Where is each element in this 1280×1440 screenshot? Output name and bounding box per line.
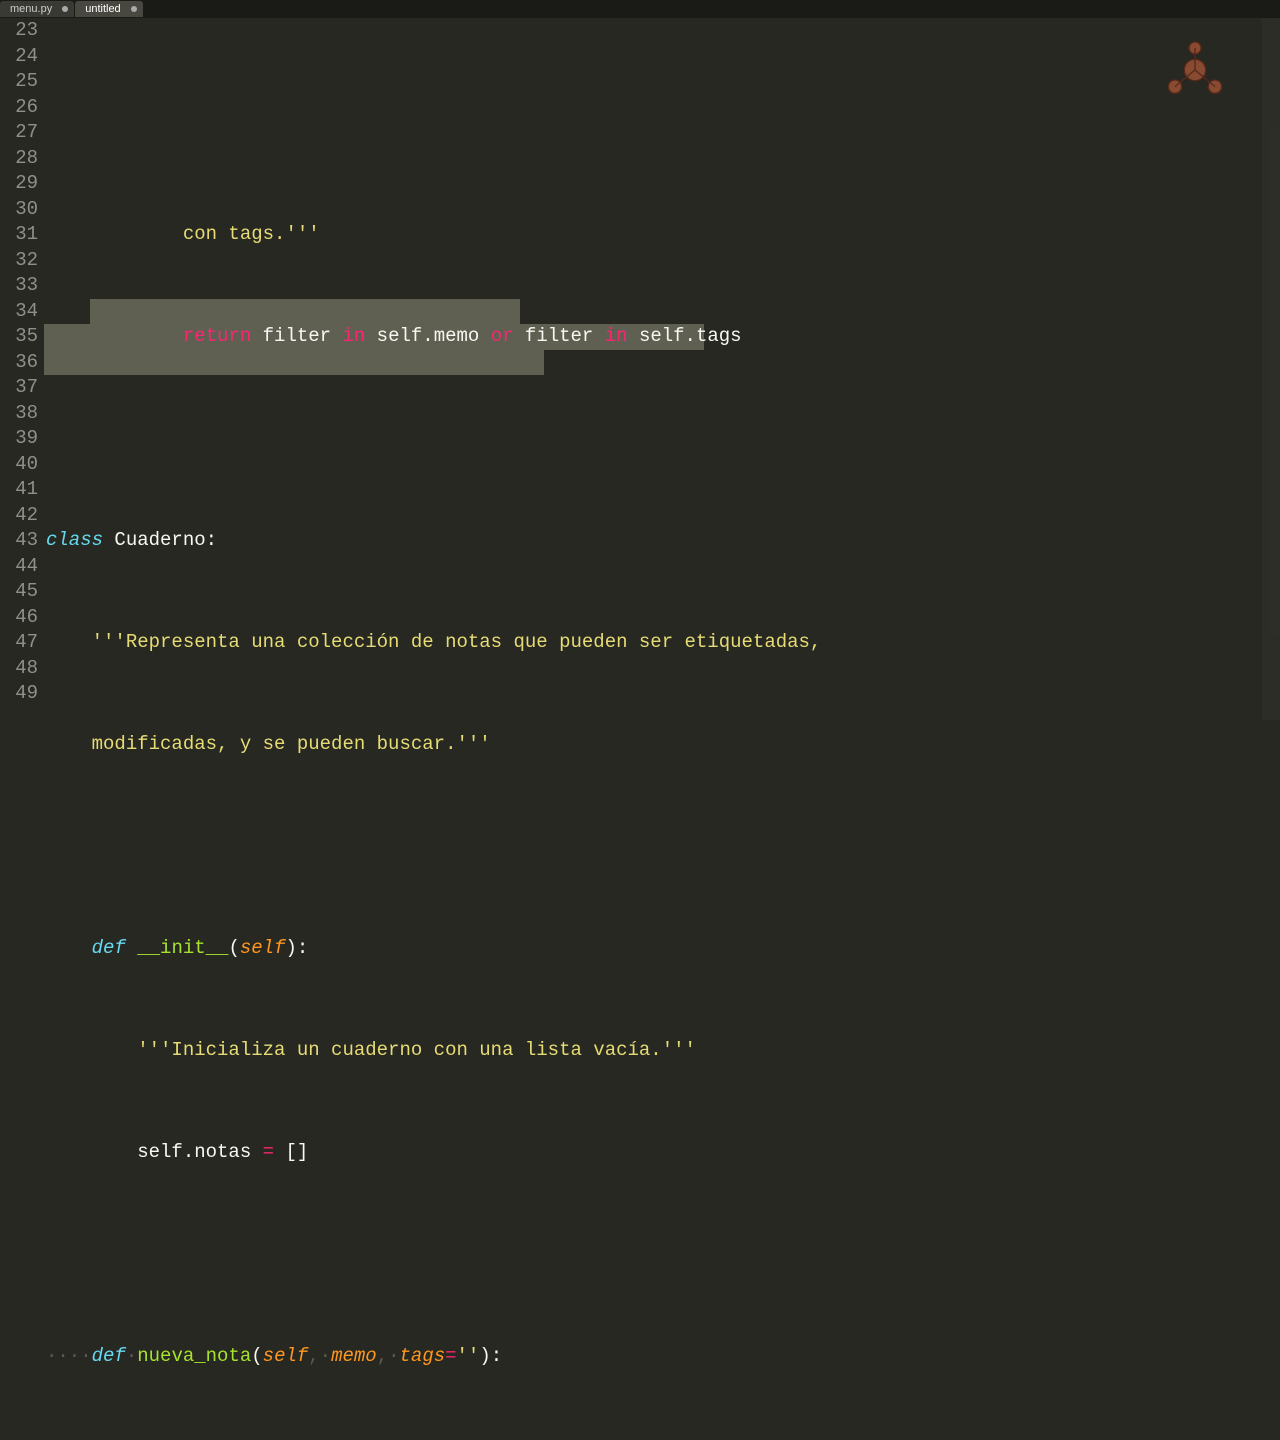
- docstring: '''Representa una colección de notas que…: [92, 631, 822, 653]
- selection-highlight: [44, 350, 544, 376]
- docstring: con tags.''': [183, 223, 320, 245]
- tab-label: menu.py: [10, 3, 52, 15]
- line-number: 28: [0, 146, 38, 172]
- keyword-def: def: [92, 937, 126, 959]
- line-number: 38: [0, 401, 38, 427]
- line-number: 49: [0, 681, 38, 707]
- line-number: 34: [0, 299, 38, 325]
- editor[interactable]: 2324252627282930313233343536373839404142…: [0, 18, 1280, 720]
- line-number: 23: [0, 18, 38, 44]
- class-name: Cuaderno: [114, 529, 205, 551]
- keyword-or: or: [491, 325, 514, 347]
- line-number: 24: [0, 44, 38, 70]
- indent: [46, 223, 183, 245]
- dirty-indicator-icon: [131, 6, 137, 12]
- line-number: 37: [0, 375, 38, 401]
- line-number: 27: [0, 120, 38, 146]
- line-number: 45: [0, 579, 38, 605]
- tab-untitled[interactable]: untitled: [75, 1, 142, 17]
- line-number: 25: [0, 69, 38, 95]
- function-name: nueva_nota: [137, 1345, 251, 1367]
- line-number: 44: [0, 554, 38, 580]
- param-self: self: [240, 937, 286, 959]
- line-number: 39: [0, 426, 38, 452]
- line-number: 35: [0, 324, 38, 350]
- line-number: 36: [0, 350, 38, 376]
- keyword-return: return: [183, 325, 251, 347]
- tab-bar: menu.py untitled: [0, 0, 1280, 18]
- line-number: 31: [0, 222, 38, 248]
- line-number-gutter: 2324252627282930313233343536373839404142…: [0, 18, 44, 720]
- line-number: 26: [0, 95, 38, 121]
- docstring: modificadas, y se pueden buscar.''': [92, 733, 491, 755]
- line-number: 42: [0, 503, 38, 529]
- code-area[interactable]: con tags.''' return filter in self.memo …: [44, 18, 1280, 720]
- keyword-in: in: [342, 325, 365, 347]
- line-number: 48: [0, 656, 38, 682]
- tab-menu-py[interactable]: menu.py: [0, 1, 74, 17]
- line-number: 29: [0, 171, 38, 197]
- line-number: 43: [0, 528, 38, 554]
- docstring: '''Inicializa un cuaderno con una lista …: [137, 1039, 696, 1061]
- selection-highlight: [90, 299, 520, 325]
- minimap[interactable]: [1262, 18, 1280, 720]
- line-number: 32: [0, 248, 38, 274]
- indent: [46, 325, 183, 347]
- keyword-def: def: [92, 1345, 126, 1367]
- line-number: 47: [0, 630, 38, 656]
- function-name: __init__: [137, 937, 228, 959]
- line-number: 46: [0, 605, 38, 631]
- line-number: 41: [0, 477, 38, 503]
- tab-label: untitled: [85, 3, 120, 15]
- keyword-in: in: [605, 325, 628, 347]
- dirty-indicator-icon: [62, 6, 68, 12]
- keyword-class: class: [46, 529, 103, 551]
- line-number: 33: [0, 273, 38, 299]
- line-number: 40: [0, 452, 38, 478]
- line-number: 30: [0, 197, 38, 223]
- watermark-logo-icon: [1160, 40, 1230, 100]
